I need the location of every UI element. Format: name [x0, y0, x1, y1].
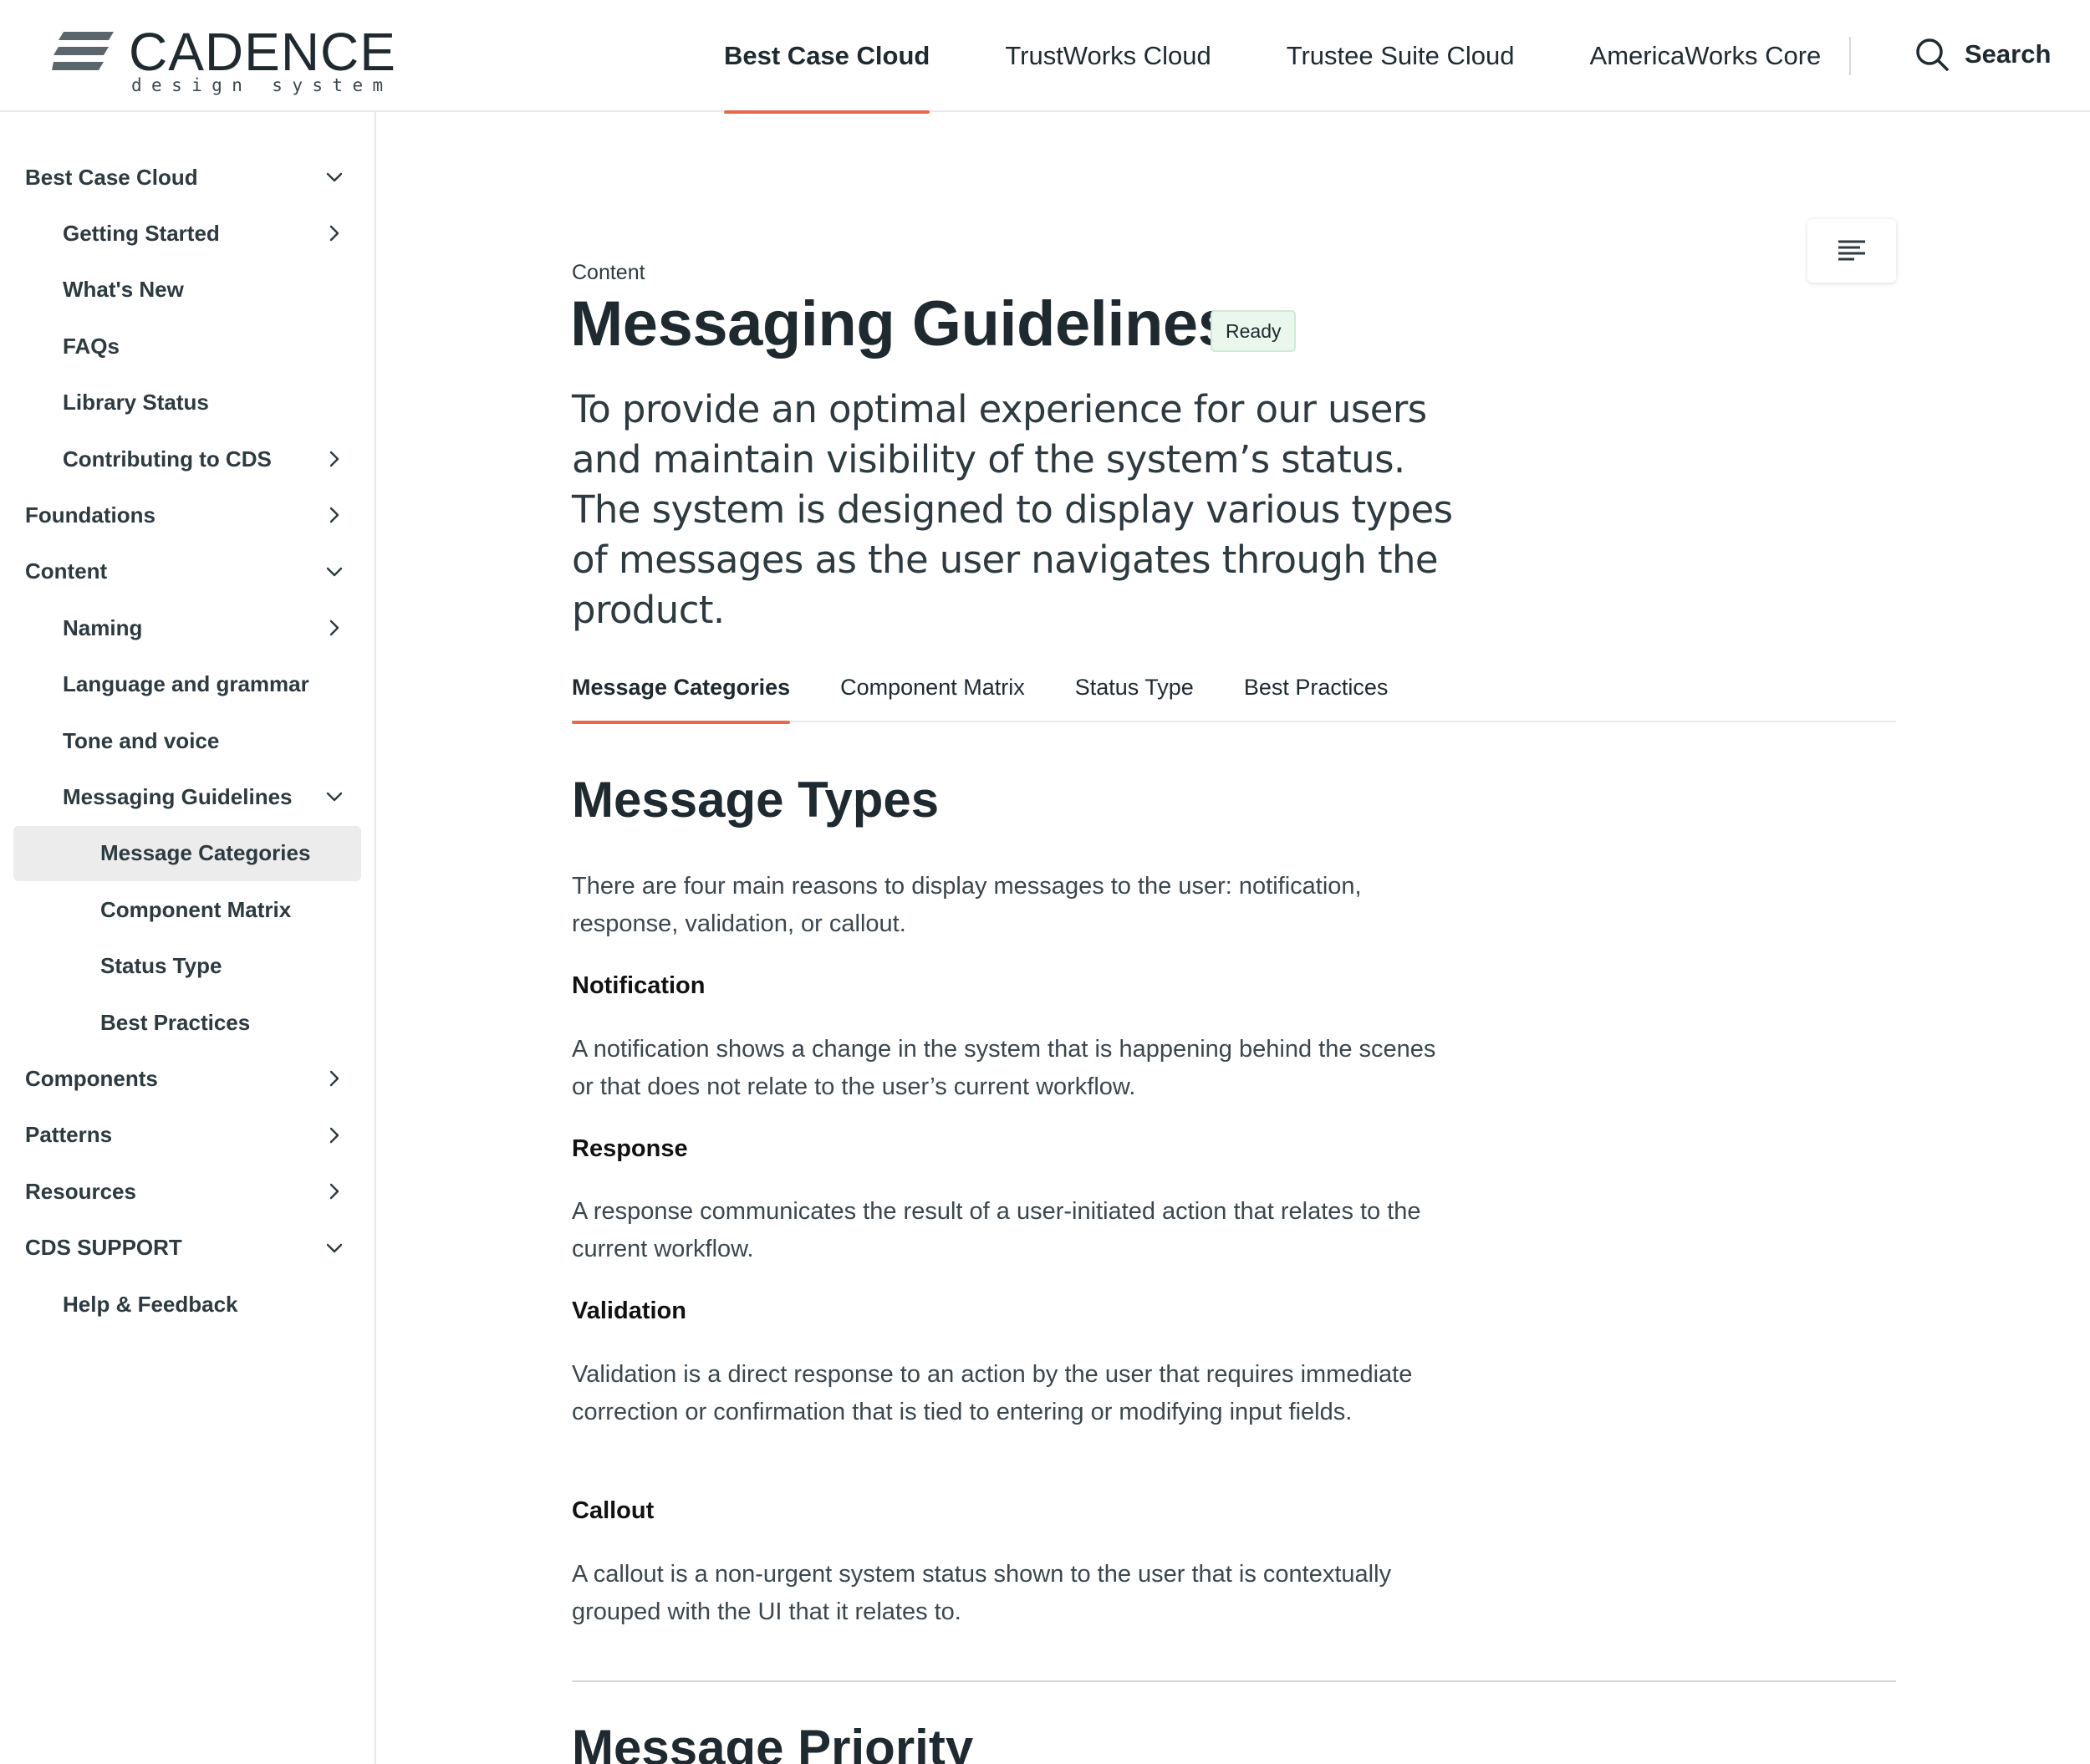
- logo-subtitle: design system: [131, 75, 393, 95]
- search-icon: [1916, 38, 1949, 71]
- sidebar-item-resources[interactable]: Resources: [13, 1164, 361, 1219]
- sidebar-item-label: Tone and voice: [63, 727, 220, 753]
- sidebar-item-label: Foundations: [25, 502, 155, 528]
- sidebar-nav: Best Case Cloud Getting Started What's New…: [0, 112, 376, 1764]
- tab-best-practices[interactable]: Best Practices: [1244, 652, 1389, 722]
- nav-best-case-cloud[interactable]: Best Case Cloud: [724, 0, 930, 114]
- sidebar-item-contributing-to-cds[interactable]: Contributing to CDS: [13, 431, 361, 487]
- status-badge: Ready: [1211, 310, 1297, 352]
- sidebar-item-label: Best Practices: [100, 1009, 251, 1035]
- sidebar-item-getting-started[interactable]: Getting Started: [13, 206, 361, 261]
- sidebar-item-label: Resources: [25, 1178, 136, 1204]
- sidebar-item-library-status[interactable]: Library Status: [13, 375, 361, 431]
- sidebar-item-message-categories[interactable]: Message Categories: [13, 825, 361, 881]
- cadence-logo[interactable]: CADENCE design system: [52, 25, 395, 100]
- sidebar-item-help-and-feedback[interactable]: Help & Feedback: [13, 1277, 361, 1332]
- type-heading-notification: Notification: [572, 972, 706, 999]
- tab-status-type[interactable]: Status Type: [1075, 652, 1194, 722]
- sidebar-item-patterns[interactable]: Patterns: [13, 1108, 361, 1163]
- sidebar-item-label: Naming: [63, 614, 143, 640]
- sidebar-item-label: Status Type: [100, 953, 222, 979]
- chevron-right-icon[interactable]: [324, 1125, 344, 1145]
- page-intro: To provide an optimal experience for our…: [572, 387, 1453, 632]
- chevron-down-icon[interactable]: [324, 1238, 344, 1258]
- type-heading-validation: Validation: [572, 1298, 686, 1324]
- chevron-down-icon[interactable]: [324, 562, 344, 582]
- top-header: CADENCE design system Best Case Cloud Tr…: [0, 0, 2090, 114]
- sidebar-item-label: Content: [25, 558, 108, 584]
- sidebar-item-messaging-guidelines[interactable]: Messaging Guidelines: [13, 769, 361, 824]
- sidebar-item-label: What's New: [63, 277, 184, 303]
- type-body-validation: Validation is a direct response to an ac…: [572, 1361, 1413, 1425]
- sidebar-item-label: Message Categories: [100, 840, 311, 866]
- tab-component-matrix[interactable]: Component Matrix: [840, 652, 1025, 722]
- search-button[interactable]: Search: [1914, 33, 2051, 75]
- nav-americaworks-core[interactable]: AmericaWorks Core: [1590, 0, 1822, 112]
- sidebar-item-label: CDS SUPPORT: [25, 1235, 182, 1261]
- sidebar-item-label: Language and grammar: [63, 671, 309, 697]
- chevron-right-icon[interactable]: [324, 505, 344, 525]
- table-of-contents-button[interactable]: [1807, 219, 1896, 283]
- product-nav: Best Case Cloud TrustWorks Cloud Trustee…: [724, 0, 1896, 114]
- breadcrumb-eyebrow: Content: [572, 261, 645, 284]
- chevron-right-icon[interactable]: [324, 618, 344, 638]
- type-body-callout: A callout is a non-urgent system status …: [572, 1561, 1392, 1625]
- chevron-right-icon[interactable]: [324, 1068, 344, 1088]
- nav-trustee-suite-cloud[interactable]: Trustee Suite Cloud: [1287, 0, 1515, 112]
- sidebar-item-language-and-grammar[interactable]: Language and grammar: [13, 657, 361, 712]
- sidebar-item-foundations[interactable]: Foundations: [13, 487, 361, 543]
- sidebar-item-label: FAQs: [63, 333, 120, 359]
- search-label: Search: [1965, 39, 2052, 69]
- sidebar-item-label: Best Case Cloud: [25, 164, 198, 190]
- sidebar-item-status-type[interactable]: Status Type: [13, 939, 361, 994]
- section-title-message-types: Message Types: [572, 772, 940, 828]
- sidebar-item-label: Help & Feedback: [63, 1291, 238, 1317]
- section-title-message-priority: Message Priority: [572, 1720, 974, 1764]
- sidebar-item-label: Contributing to CDS: [63, 446, 272, 472]
- logo-stripes-icon: [52, 32, 114, 70]
- nav-trustworks-cloud[interactable]: TrustWorks Cloud: [1005, 0, 1211, 112]
- type-heading-callout: Callout: [572, 1497, 655, 1524]
- content-tabs: Message Categories Component Matrix Stat…: [572, 652, 1896, 724]
- chevron-down-icon[interactable]: [324, 787, 344, 807]
- chevron-right-icon[interactable]: [324, 223, 344, 243]
- sidebar-item-cds-support[interactable]: CDS SUPPORT: [13, 1221, 361, 1276]
- section-lead: There are four main reasons to display m…: [572, 873, 1362, 937]
- sidebar-item-components[interactable]: Components: [13, 1051, 361, 1106]
- chevron-right-icon[interactable]: [324, 1181, 344, 1201]
- sidebar-item-label: Library Status: [63, 390, 209, 416]
- sidebar-item-label: Patterns: [25, 1122, 113, 1148]
- sidebar-item-best-practices[interactable]: Best Practices: [13, 995, 361, 1050]
- sidebar-item-best-case-cloud[interactable]: Best Case Cloud: [13, 150, 361, 205]
- table-of-contents-icon: [1838, 240, 1865, 261]
- sidebar-item-naming[interactable]: Naming: [13, 600, 361, 655]
- chevron-right-icon[interactable]: [324, 449, 344, 469]
- section-divider: [572, 1680, 1896, 1682]
- nav-divider: [1849, 37, 1851, 75]
- sidebar-item-faqs[interactable]: FAQs: [13, 319, 361, 374]
- sidebar-item-label: Getting Started: [63, 220, 220, 246]
- sidebar-item-label: Messaging Guidelines: [63, 783, 293, 809]
- type-body-response: A response communicates the result of a …: [572, 1198, 1421, 1262]
- type-heading-response: Response: [572, 1135, 688, 1162]
- page-title: Messaging Guidelines: [570, 288, 1233, 359]
- tab-message-categories[interactable]: Message Categories: [572, 652, 791, 724]
- sidebar-item-what-s-new[interactable]: What's New: [13, 263, 361, 318]
- type-body-notification: A notification shows a change in the sys…: [572, 1036, 1436, 1100]
- sidebar-item-component-matrix[interactable]: Component Matrix: [13, 882, 361, 937]
- chevron-down-icon[interactable]: [324, 167, 344, 187]
- sidebar-item-label: Component Matrix: [100, 896, 292, 922]
- logo-wordmark: CADENCE: [129, 22, 396, 82]
- sidebar-item-label: Components: [25, 1065, 158, 1091]
- sidebar-item-content[interactable]: Content: [13, 544, 361, 599]
- sidebar-item-tone-and-voice[interactable]: Tone and voice: [13, 713, 361, 768]
